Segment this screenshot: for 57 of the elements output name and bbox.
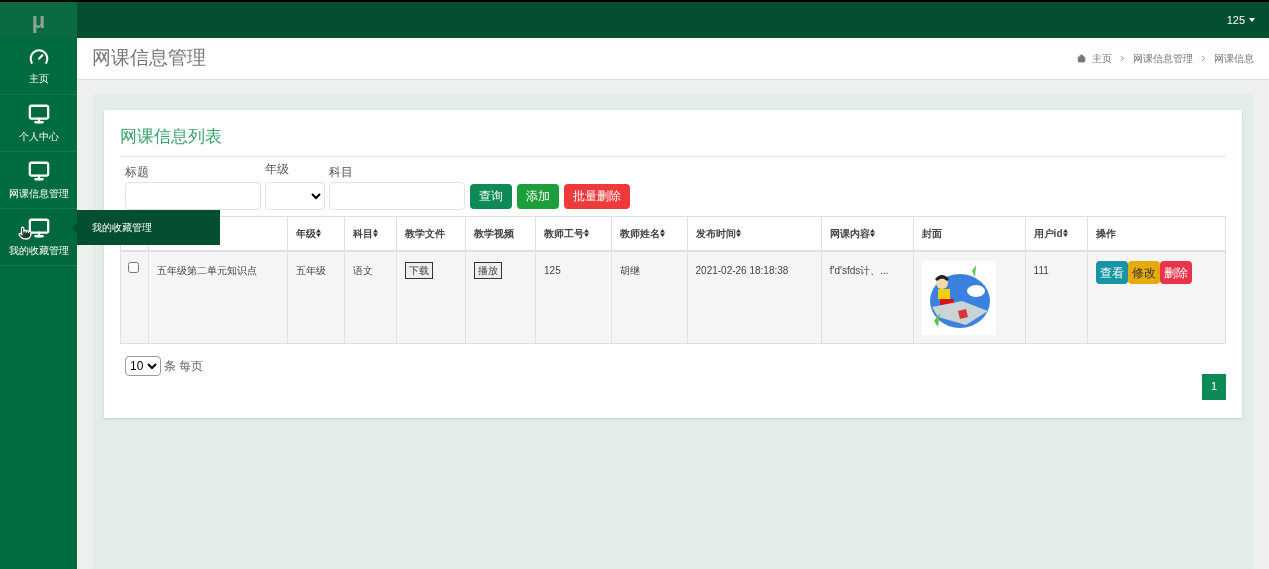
- column-header[interactable]: 年级: [296, 225, 316, 241]
- row-action-button[interactable]: 查看: [1095, 261, 1128, 284]
- column-header: 操作: [1095, 226, 1116, 241]
- row-checkbox[interactable]: [128, 262, 139, 273]
- filter-label: 年级: [265, 160, 290, 178]
- chevron-icon: [1199, 54, 1208, 63]
- play-button[interactable]: 播放: [474, 262, 503, 279]
- sort-icon: [869, 229, 875, 238]
- caret-icon: [1249, 18, 1255, 22]
- tooltip: 我的收藏管理: [77, 210, 220, 245]
- filter-field[interactable]: [329, 181, 465, 210]
- sort-icon: [373, 229, 379, 238]
- page-size-select[interactable]: 10: [125, 355, 161, 376]
- page-button[interactable]: 1: [1202, 373, 1226, 400]
- chevron-icon: [1118, 54, 1127, 63]
- column-header[interactable]: 发布时间: [695, 225, 736, 241]
- column-header: 教学文件: [404, 226, 445, 241]
- download-button[interactable]: 下载: [404, 262, 433, 279]
- row-action-button[interactable]: 删除: [1159, 261, 1192, 284]
- monitor-icon: [27, 159, 50, 182]
- grade-select[interactable]: [265, 181, 325, 210]
- sort-icon: [659, 229, 665, 238]
- monitor-icon: [27, 102, 50, 125]
- column-header: 教学视频: [474, 226, 515, 241]
- table-cell: 111: [1025, 251, 1088, 343]
- column-header[interactable]: 科目: [353, 225, 374, 241]
- user-menu[interactable]: 125: [1226, 11, 1255, 29]
- breadcrumb-item[interactable]: 主页: [1092, 51, 1112, 66]
- action-button[interactable]: 批量删除: [564, 183, 630, 209]
- table-cell: 125: [535, 251, 612, 343]
- table-cell: 五年级: [287, 251, 345, 343]
- filter-label: 科目: [329, 163, 354, 181]
- filter-field[interactable]: [125, 181, 261, 210]
- action-button[interactable]: 查询: [470, 183, 512, 209]
- logo: μ: [0, 2, 77, 38]
- sort-icon: [316, 229, 321, 238]
- action-button[interactable]: 添加: [517, 183, 559, 209]
- table-cell: 2021-02-26 18:18:38: [687, 251, 822, 343]
- table-cell: 五年级第二单元知识点: [148, 251, 288, 343]
- sort-icon: [735, 229, 741, 238]
- table-cell: 语文: [344, 251, 397, 343]
- sort-icon: [584, 229, 589, 238]
- page-title: 网课信息管理: [92, 46, 206, 71]
- filter-label: 标题: [125, 163, 150, 181]
- home-icon: [1077, 54, 1086, 63]
- row-action-button[interactable]: 修改: [1127, 261, 1160, 284]
- breadcrumb-item[interactable]: 网课信息管理: [1133, 51, 1193, 66]
- pointer-icon: [18, 226, 32, 240]
- page-size-label: 条 每页: [164, 357, 204, 375]
- sort-icon: [1062, 229, 1068, 238]
- breadcrumb-item: 网课信息: [1214, 52, 1254, 66]
- table-cell: 胡继: [611, 251, 687, 343]
- monitor-icon: [27, 216, 50, 239]
- table-cell: f'd'sfds计、...: [821, 251, 914, 343]
- card-title: 网课信息列表: [120, 124, 1226, 157]
- column-header: 封面: [922, 226, 943, 241]
- gauge-icon: [28, 46, 49, 67]
